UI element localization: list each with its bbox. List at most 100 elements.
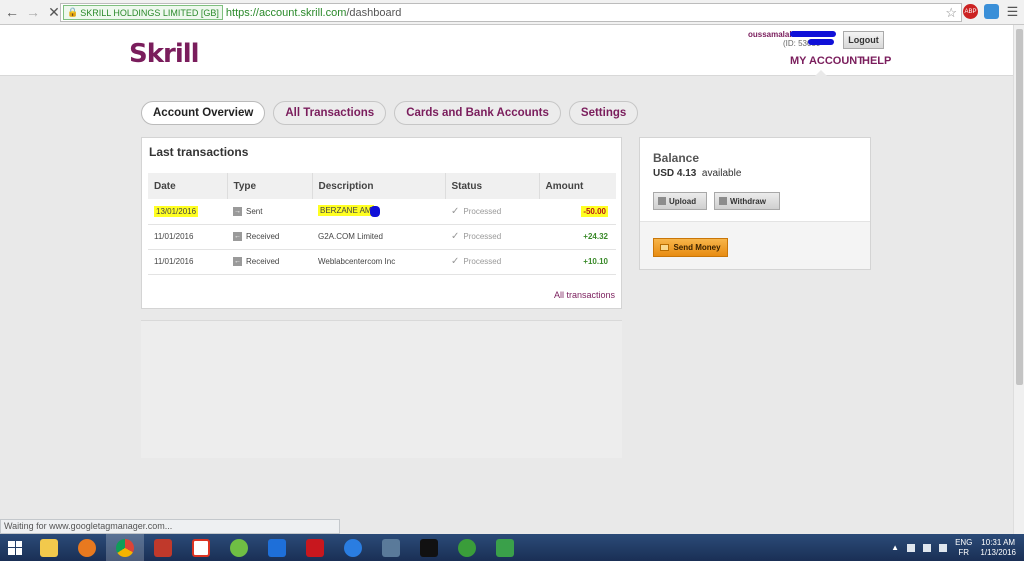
logout-button[interactable]: Logout xyxy=(843,31,884,49)
scrollbar-thumb[interactable] xyxy=(1016,29,1023,385)
network-app-taskbar-button[interactable] xyxy=(486,534,524,561)
checkmark-icon: ✓ xyxy=(451,205,460,217)
my-account-link[interactable]: MY ACCOUNT xyxy=(790,55,864,67)
skrill-logo[interactable]: Skrill xyxy=(129,39,200,69)
transaction-type: Received xyxy=(246,231,280,241)
column-header-description[interactable]: Description xyxy=(312,173,446,199)
account-tabs: Account Overview All Transactions Cards … xyxy=(141,101,639,125)
start-button[interactable] xyxy=(0,534,30,561)
panel-title: Last transactions xyxy=(149,145,249,159)
system-clock[interactable]: 10:31 AM 1/13/2016 xyxy=(980,538,1016,558)
transaction-amount: -50.00 xyxy=(581,205,608,217)
transaction-date: 13/01/2016 xyxy=(154,205,199,217)
transaction-description: BERZANE AM xyxy=(318,205,374,217)
xbox-icon xyxy=(458,538,476,557)
arrow-left-icon: ← xyxy=(233,232,242,242)
utorrent-icon xyxy=(230,538,248,557)
tab-settings[interactable]: Settings xyxy=(568,101,639,125)
withdraw-button[interactable]: Withdraw xyxy=(714,192,780,210)
transaction-status: Processed xyxy=(463,206,502,216)
volume-icon[interactable] xyxy=(939,543,948,552)
utorrent-taskbar-button[interactable] xyxy=(220,534,258,561)
upload-button[interactable]: Upload xyxy=(653,192,707,210)
fan-icon xyxy=(420,538,438,557)
site-header: Skrill oussamalall (ID: 53030 Logout MY … xyxy=(0,25,1024,76)
back-arrow-icon[interactable]: ← xyxy=(3,3,21,21)
browser-status-bubble: Waiting for www.googletagmanager.com... xyxy=(0,519,340,534)
downloader-taskbar-button[interactable] xyxy=(334,534,372,561)
transaction-amount: +24.32 xyxy=(539,224,616,250)
balance-available-label: available xyxy=(701,168,742,179)
flag-icon[interactable] xyxy=(907,543,916,552)
table-row[interactable]: 11/01/2016 ← Received G2A.COM Limited ✓ Pr… xyxy=(148,224,616,250)
globe-icon xyxy=(496,538,514,557)
lightning-icon xyxy=(344,538,362,557)
avira-taskbar-button[interactable] xyxy=(182,534,220,561)
app-taskbar-button[interactable] xyxy=(372,534,410,561)
envelope-icon xyxy=(660,244,670,251)
balance-title: Balance xyxy=(653,151,700,165)
tab-cards-and-bank-accounts[interactable]: Cards and Bank Accounts xyxy=(394,101,561,125)
ccleaner-taskbar-button[interactable] xyxy=(144,534,182,561)
firefox-taskbar-button[interactable] xyxy=(68,534,106,561)
adblock-plus-icon[interactable]: ABP xyxy=(963,4,978,19)
column-header-type[interactable]: Type xyxy=(227,173,313,199)
transaction-type: Sent xyxy=(246,206,263,216)
transaction-amount: +10.10 xyxy=(539,249,616,275)
camera-extension-icon[interactable] xyxy=(984,4,999,19)
table-row[interactable]: 13/01/2016 → Sent BERZANE AM ✓ Processed -… xyxy=(148,199,616,225)
malwarebytes-taskbar-button[interactable] xyxy=(258,534,296,561)
tab-all-transactions[interactable]: All Transactions xyxy=(273,101,387,125)
browser-menu-icon[interactable]: ☰ xyxy=(1005,4,1020,19)
transaction-date: 11/01/2016 xyxy=(148,249,227,275)
folder-icon xyxy=(40,538,58,557)
send-money-button[interactable]: Send Money xyxy=(653,238,728,257)
last-transactions-panel: Last transactions Date Type Description … xyxy=(141,137,622,309)
redaction-mark xyxy=(790,31,836,37)
withdraw-icon xyxy=(719,197,727,205)
balance-amount: USD 4.13 xyxy=(653,168,697,179)
all-transactions-link[interactable]: All transactions xyxy=(554,290,615,300)
ccleaner-icon xyxy=(154,538,172,557)
active-nav-caret xyxy=(815,70,827,76)
fan-app-taskbar-button[interactable] xyxy=(410,534,448,561)
column-header-date[interactable]: Date xyxy=(148,173,228,199)
page-scrollbar[interactable] xyxy=(1013,25,1024,534)
ev-certificate-badge[interactable]: 🔒 SKRILL HOLDINGS LIMITED [GB] xyxy=(63,5,223,20)
column-header-amount[interactable]: Amount xyxy=(539,173,616,199)
checkmark-icon: ✓ xyxy=(451,256,460,267)
tab-account-overview[interactable]: Account Overview xyxy=(141,101,266,125)
redaction-mark xyxy=(808,39,834,45)
malwarebytes-icon xyxy=(268,538,286,557)
checkmark-icon: ✓ xyxy=(451,231,460,242)
help-link[interactable]: HELP xyxy=(862,55,891,67)
forward-arrow-icon[interactable]: → xyxy=(24,3,42,21)
firefox-icon xyxy=(78,538,96,557)
show-hidden-icons-icon[interactable]: ▲ xyxy=(891,543,899,552)
xbox-taskbar-button[interactable] xyxy=(448,534,486,561)
bookmark-star-icon[interactable]: ☆ xyxy=(945,5,957,21)
chrome-taskbar-button[interactable] xyxy=(106,534,144,561)
acrobat-taskbar-button[interactable] xyxy=(296,534,334,561)
transaction-status: Processed xyxy=(463,257,502,266)
windows-taskbar: ▲ ENG FR 10:31 AM 1/13/2016 xyxy=(0,534,1024,561)
address-bar[interactable]: 🔒 SKRILL HOLDINGS LIMITED [GB] https://a… xyxy=(60,3,962,22)
windows-logo-icon xyxy=(8,540,22,555)
balance-panel: Balance USD 4.13 available Upload Withdr… xyxy=(639,137,871,270)
input-language-indicator[interactable]: ENG FR xyxy=(955,538,972,558)
bars-app-icon xyxy=(382,538,400,557)
balance-amount-line: USD 4.13 available xyxy=(653,168,741,179)
network-icon[interactable] xyxy=(923,543,932,552)
table-row[interactable]: 11/01/2016 ← Received Weblabcentercom Inc… xyxy=(148,249,616,275)
chrome-icon xyxy=(116,538,134,557)
file-explorer-taskbar-button[interactable] xyxy=(30,534,68,561)
acrobat-icon xyxy=(306,538,324,557)
user-name: oussamalall xyxy=(748,30,794,39)
url-host: https://account.skrill.com xyxy=(225,6,347,19)
browser-toolbar: ← → ✕ 🔒 SKRILL HOLDINGS LIMITED [GB] htt… xyxy=(0,0,1024,25)
transaction-description: Weblabcentercom Inc xyxy=(312,249,445,275)
column-header-status[interactable]: Status xyxy=(445,173,540,199)
url-path: /dashboard xyxy=(346,6,402,19)
balance-summary: Balance USD 4.13 available Upload Withdr… xyxy=(640,138,870,222)
transaction-status: Processed xyxy=(463,232,502,241)
